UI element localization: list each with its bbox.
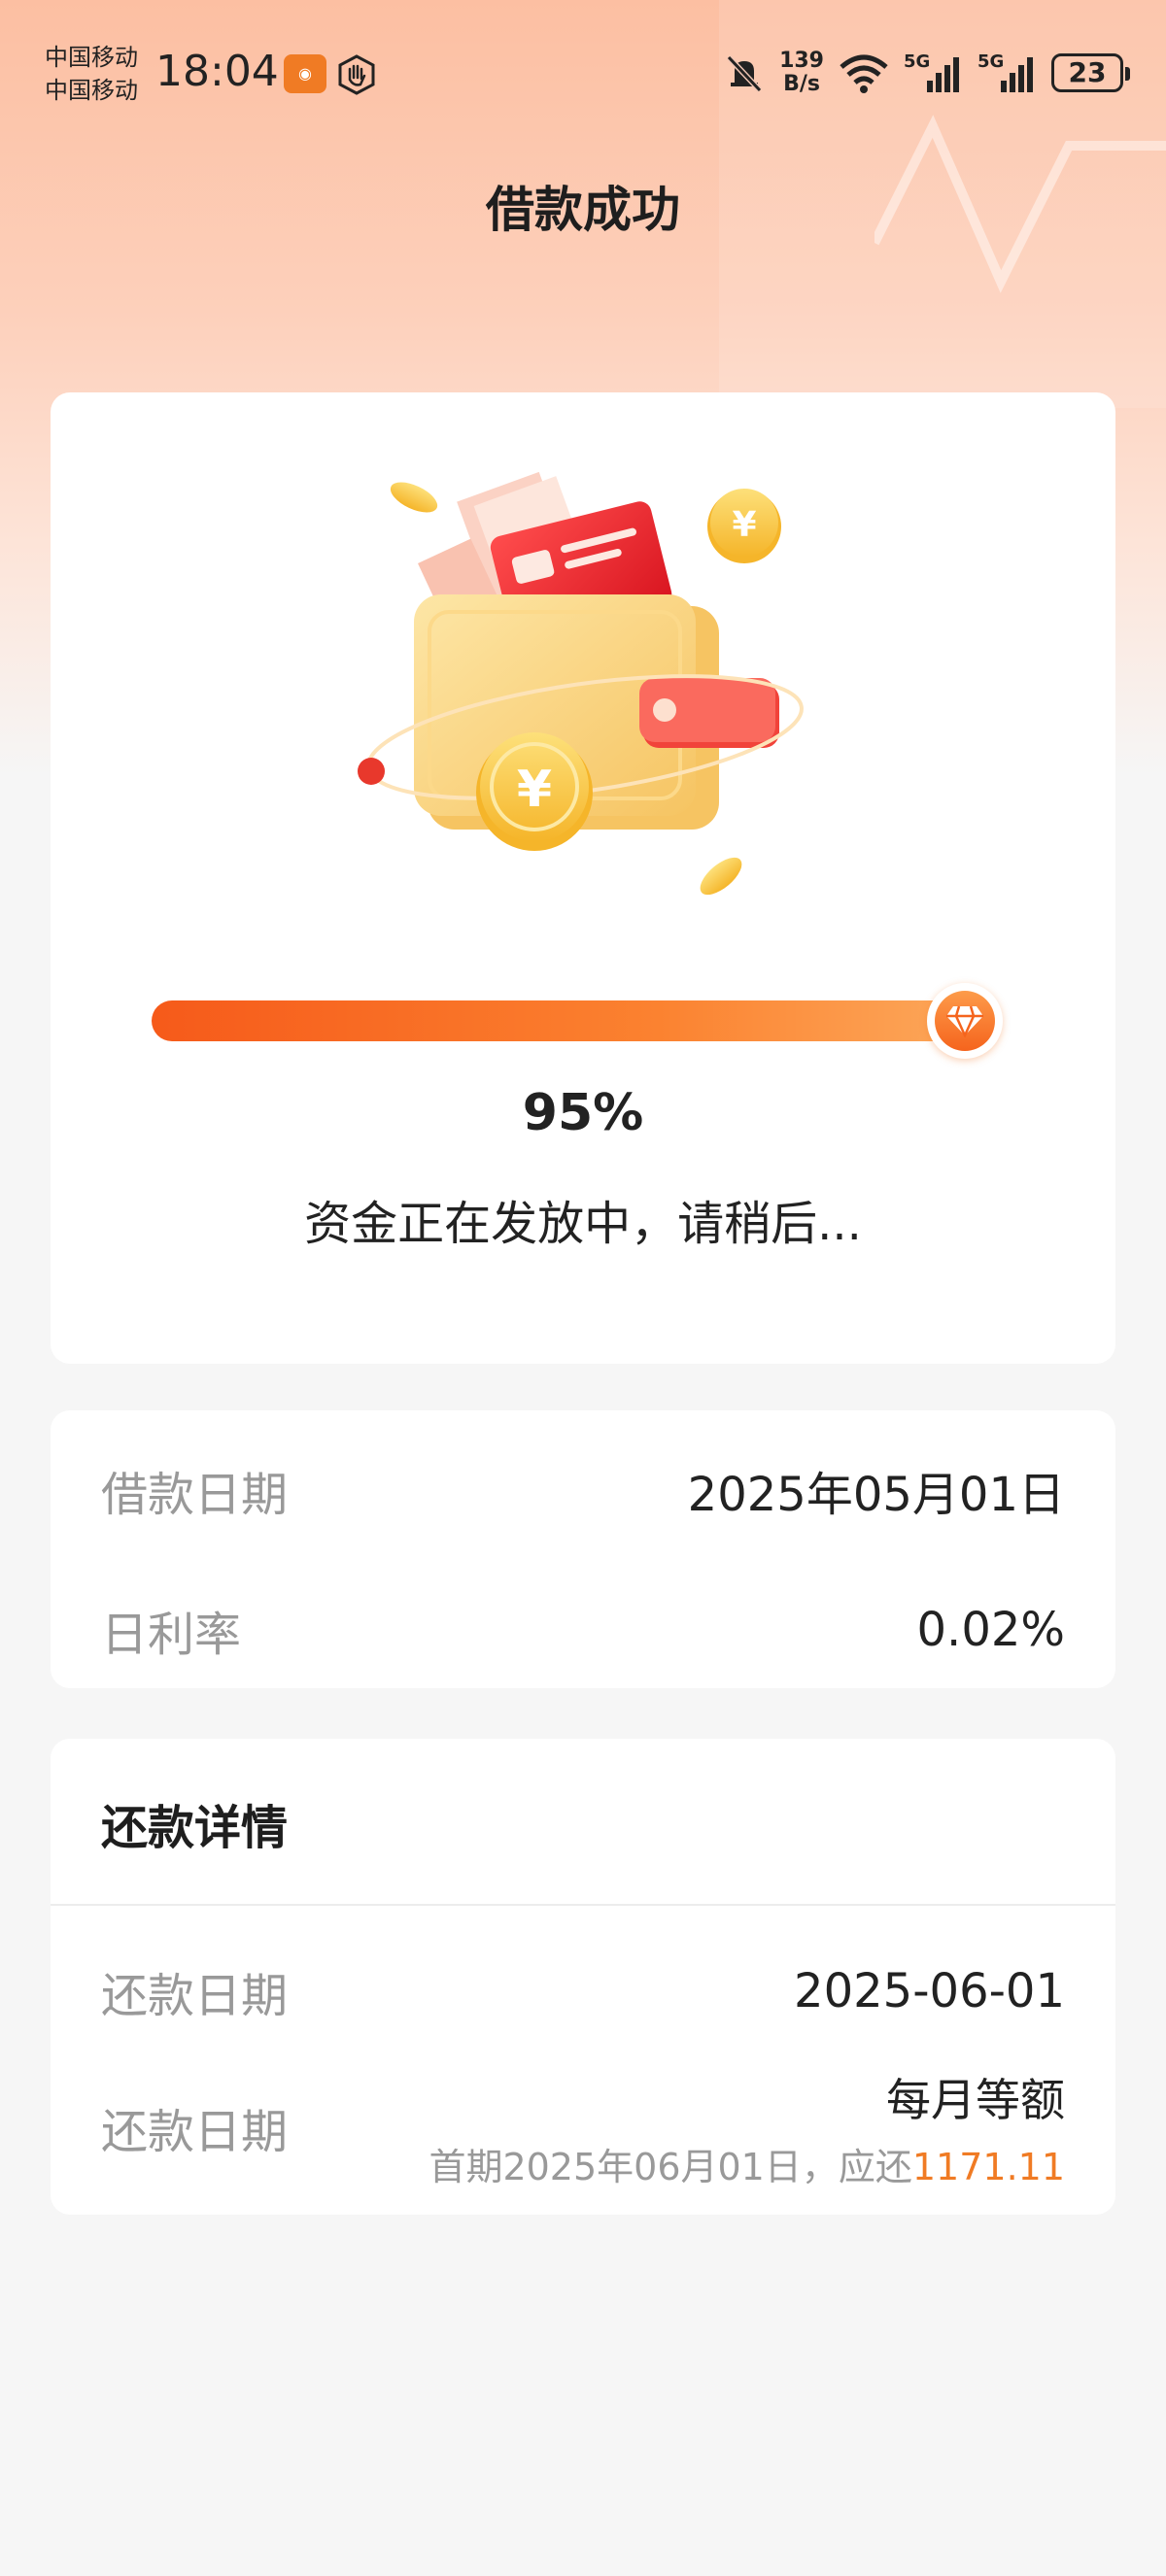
diamond-icon [934,991,995,1051]
loan-date-label: 借款日期 [101,1468,289,1522]
repayment-title: 还款详情 [101,1801,289,1855]
wallet-illustration: ¥ ¥ [358,471,804,896]
network-speed: 139 B/s [779,50,824,96]
first-period-text: 首期2025年06月01日，应还 [429,2145,912,2188]
repayment-plan-row: 还款日期 每月等额 首期2025年06月01日，应还1171.11 [101,2069,1065,2188]
wifi-icon [840,54,888,93]
status-right-group: 139 B/s 5G 5G 23 [723,49,1130,97]
mute-bell-icon [726,54,763,93]
carrier-labels: 中国移动 中国移动 [45,41,138,107]
repayment-date-value: 2025-06-01 [794,1964,1065,2018]
carrier-2: 中国移动 [45,77,138,104]
repayment-card: 还款详情 还款日期 2025-06-01 还款日期 每月等额 首期2025年06… [51,1739,1115,2215]
loan-date-row: 借款日期 2025年05月01日 [101,1451,1065,1529]
divider [51,1904,1115,1906]
progress-message: 资金正在发放中，请稍后... [304,1197,862,1251]
repayment-method: 每月等额 [886,2073,1065,2126]
daily-rate-row: 日利率 0.02% [101,1591,1065,1669]
battery-icon: 23 [1051,53,1130,92]
progress-knob [926,983,1003,1059]
signal-icon-1: 5G [904,51,964,94]
loan-date-value: 2025年05月01日 [687,1468,1065,1522]
net-speed-unit: B/s [783,72,820,96]
repayment-date-label: 还款日期 [101,1969,289,2023]
daily-rate-label: 日利率 [101,1608,242,1662]
signal-bars-icon [927,57,959,92]
carrier-1: 中国移动 [45,44,138,71]
progress-card: ¥ ¥ 95% 资金正在发放中，请稍后... [51,392,1115,1364]
first-period-amount: 1171.11 [911,2145,1065,2188]
daily-rate-value: 0.02% [916,1603,1065,1657]
app-notification-icon: ◉ [284,54,326,93]
signal-icon-2: 5G [977,51,1038,94]
repayment-plan-details: 每月等额 首期2025年06月01日，应还1171.11 [429,2065,1065,2190]
page-title: 借款成功 [486,182,680,238]
svg-text:¥: ¥ [517,761,552,819]
progress-percent: 95% [522,1084,644,1142]
progress-bar [152,1000,997,1041]
hand-icon [338,54,375,95]
net-speed-value: 139 [779,49,824,73]
repayment-plan-label: 还款日期 [101,2105,289,2159]
svg-text:¥: ¥ [732,505,756,545]
repayment-date-row: 还款日期 2025-06-01 [101,1952,1065,2030]
signal-bars-icon [1001,57,1033,92]
clock: 18:04 [155,47,279,96]
first-period-info: 首期2025年06月01日，应还1171.11 [429,2137,1065,2190]
status-bar: 中国移动 中国移动 18:04 ◉ 139 B/s 5G 5G 23 [0,0,1166,126]
loan-info-card: 借款日期 2025年05月01日 日利率 0.02% [51,1410,1115,1688]
